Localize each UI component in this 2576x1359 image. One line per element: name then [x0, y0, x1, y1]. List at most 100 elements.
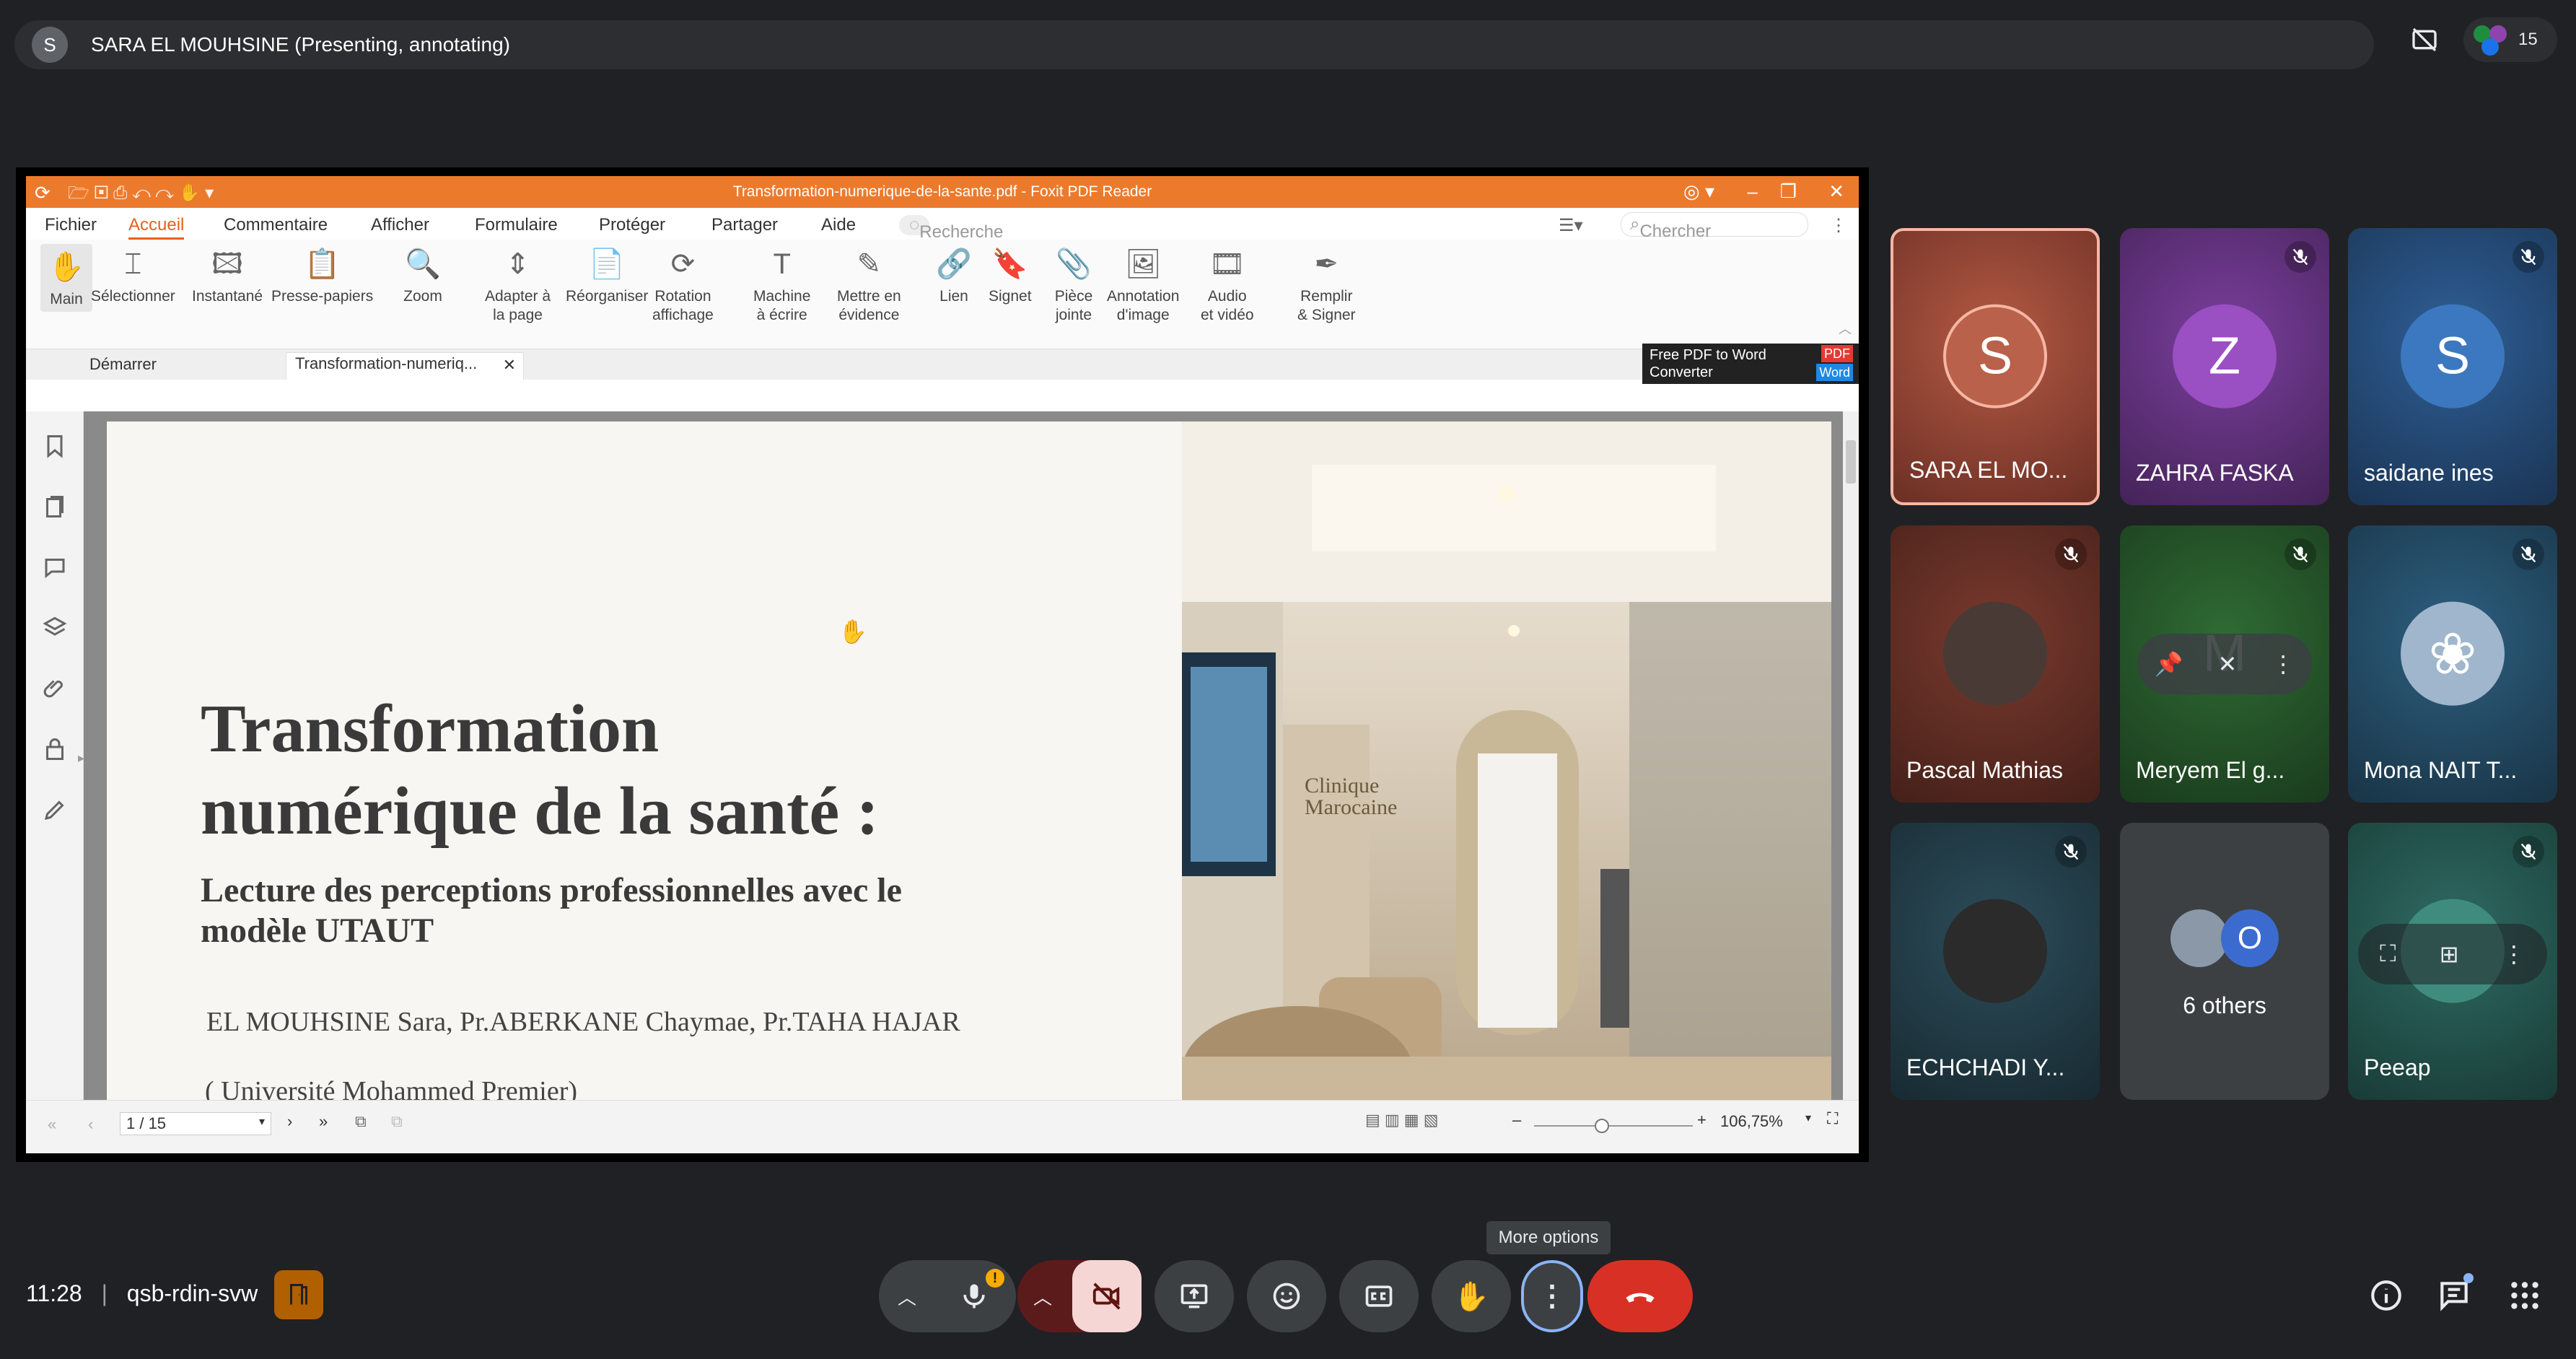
previous-view-icon[interactable]: ⧉: [355, 1112, 367, 1131]
raise-hand-button[interactable]: ✋: [1432, 1260, 1511, 1332]
ribbon-fill-sign-button[interactable]: ✒ Remplir & Signer: [1297, 244, 1356, 325]
ribbon-audio-video-button[interactable]: 🎞 Audio et vidéo: [1201, 244, 1254, 325]
menu-partager[interactable]: Partager: [711, 215, 778, 235]
captions-button[interactable]: [1339, 1260, 1419, 1332]
ribbon-hand-button[interactable]: ✋ Main: [40, 244, 92, 312]
ribbon-bookmark-tool-button[interactable]: 🔖 Signet: [989, 244, 1032, 306]
pages-icon[interactable]: [42, 494, 68, 520]
close-window-icon[interactable]: ✕: [1828, 180, 1844, 203]
restore-icon[interactable]: ❐: [1780, 180, 1797, 203]
participant-tile[interactable]: O 6 others: [2120, 823, 2329, 1100]
avatar-photo: [1943, 601, 2047, 706]
more-options-button[interactable]: ⋮: [1521, 1260, 1583, 1332]
ribbon-rotate-button[interactable]: ⟳ Rotation affichage: [652, 244, 714, 325]
activities-button[interactable]: [2507, 1277, 2543, 1314]
meeting-details-button[interactable]: [2368, 1277, 2404, 1314]
page-number-input[interactable]: 1 / 15 ▾: [120, 1112, 271, 1135]
menu-commentaire[interactable]: Commentaire: [224, 215, 328, 235]
camera-off-button[interactable]: [1072, 1260, 1142, 1332]
participant-tile[interactable]: S SARA EL MO...: [1891, 228, 2100, 505]
ribbon-zoom-button[interactable]: 🔍 Zoom: [403, 244, 443, 306]
bookmark-tool-icon: 🔖: [991, 248, 1028, 280]
zoom-slider[interactable]: [1534, 1125, 1693, 1127]
view-options-icon[interactable]: ☰▾: [1559, 215, 1583, 236]
ribbon-clipboard-button[interactable]: 📋 Presse-papiers: [271, 244, 373, 306]
comments-icon[interactable]: [42, 554, 68, 580]
participant-tile[interactable]: ❀ Mona NAIT T...: [2348, 525, 2557, 803]
fullscreen-icon[interactable]: ⛶: [1827, 1109, 1838, 1128]
zoom-in-icon[interactable]: +: [1697, 1111, 1707, 1129]
add-to-screen-icon[interactable]: ⊞: [2440, 940, 2459, 968]
ribbon-fit-page-button[interactable]: ⇕ Adapter à la page: [485, 244, 551, 325]
menu-proteger[interactable]: Protéger: [599, 215, 665, 235]
bookmark-icon[interactable]: [42, 433, 68, 459]
vertical-scrollbar[interactable]: [1843, 411, 1859, 1100]
zoom-dropdown-icon[interactable]: ▾: [1805, 1111, 1811, 1125]
chat-button[interactable]: [2436, 1273, 2474, 1314]
ribbon-attach-button[interactable]: 📎 Pièce jointe: [1053, 244, 1094, 325]
present-button[interactable]: [1155, 1260, 1234, 1332]
menu-formulaire[interactable]: Formulaire: [475, 215, 558, 235]
reactions-button[interactable]: [1247, 1260, 1326, 1332]
zoom-level[interactable]: 106,75%: [1720, 1112, 1783, 1131]
ribbon-reorganize-button[interactable]: 📄 Réorganiser: [566, 244, 648, 306]
signature-icon[interactable]: [42, 797, 68, 823]
minimize-icon[interactable]: –: [1748, 180, 1758, 203]
scroll-thumb[interactable]: [1846, 440, 1856, 484]
first-page-icon[interactable]: «: [48, 1115, 56, 1134]
ribbon-select-button[interactable]: ⌶ Sélectionner: [91, 244, 175, 306]
pin-icon[interactable]: 📌: [2155, 650, 2183, 678]
menu-search[interactable]: ◌ Recherche: [899, 215, 1003, 242]
more-vert-icon[interactable]: ⋮: [2271, 650, 2295, 678]
security-icon[interactable]: [42, 736, 68, 762]
ribbon-highlight-button[interactable]: ✎ Mettre en évidence: [837, 244, 901, 325]
leave-call-button[interactable]: [1587, 1260, 1693, 1332]
ribbon-link-button[interactable]: 🔗 Lien: [934, 244, 974, 306]
participant-tile[interactable]: ECHCHADI Y...: [1891, 823, 2100, 1100]
menu-accueil[interactable]: Accueil: [128, 215, 185, 240]
participant-tile[interactable]: M📌✕⋮Meryem El g...: [2120, 525, 2329, 803]
participant-tile[interactable]: Pascal Mathias: [1891, 525, 2100, 803]
participants-button[interactable]: 15: [2463, 17, 2557, 62]
view-mode-icons[interactable]: ▤ ▥ ▦ ▧: [1365, 1111, 1438, 1129]
mute-participant-icon[interactable]: ✕: [2218, 650, 2238, 678]
layers-icon[interactable]: [42, 615, 68, 641]
search-input[interactable]: ⌕ Chercher: [1621, 212, 1808, 241]
ribbon-label: Pièce jointe: [1054, 288, 1093, 323]
prev-page-icon[interactable]: ‹: [88, 1115, 93, 1134]
video-settings-icon[interactable]: ︿: [1033, 1283, 1052, 1310]
zoom-slider-thumb[interactable]: [1595, 1119, 1609, 1133]
slide-title-line2: numérique de la santé :: [201, 774, 879, 849]
close-tab-icon[interactable]: ✕: [503, 356, 516, 375]
page-dropdown-icon[interactable]: ▾: [259, 1114, 265, 1129]
camera-group: ︿: [1017, 1260, 1142, 1332]
more-menu-icon[interactable]: ⋮: [1830, 215, 1847, 236]
participant-tile[interactable]: Z ZAHRA FASKA: [2120, 228, 2329, 505]
account-icon[interactable]: ◎ ▾: [1683, 180, 1714, 203]
next-page-icon[interactable]: ›: [287, 1112, 292, 1131]
attachment-icon[interactable]: [42, 676, 68, 702]
more-vert-icon[interactable]: ⋮: [2502, 940, 2525, 968]
collapse-ribbon-icon[interactable]: ︿: [1839, 319, 1852, 338]
captions-off-icon[interactable]: [2406, 22, 2443, 58]
host-controls-button[interactable]: [274, 1270, 323, 1319]
next-view-icon[interactable]: ⧉: [391, 1112, 403, 1131]
menu-afficher[interactable]: Afficher: [371, 215, 429, 235]
microphone-icon[interactable]: [958, 1280, 990, 1312]
participant-tile[interactable]: ⛶ ⊞ ⋮ Peeap: [2348, 823, 2557, 1100]
audio-video-icon: 🎞: [1209, 248, 1246, 280]
participant-tile[interactable]: Ssaidane ines: [2348, 228, 2557, 505]
menu-aide[interactable]: Aide: [821, 215, 856, 235]
ribbon-image-annotation-button[interactable]: 🖼 Annotation d'image: [1107, 244, 1179, 325]
avatar: S: [1943, 304, 2047, 408]
menu-fichier[interactable]: Fichier: [45, 215, 97, 235]
last-page-icon[interactable]: »: [319, 1112, 328, 1131]
tab-document[interactable]: Transformation-numeriq... ✕: [286, 352, 524, 380]
ad-banner[interactable]: Free PDF to Word Converter PDF Word: [1642, 344, 1859, 384]
ribbon-typewriter-button[interactable]: T Machine à écrire: [753, 244, 810, 325]
frame-icon[interactable]: ⛶: [2380, 940, 2396, 968]
tab-demarrer[interactable]: Démarrer: [89, 355, 157, 374]
zoom-out-icon[interactable]: –: [1512, 1111, 1521, 1129]
audio-settings-icon[interactable]: ︿: [898, 1283, 916, 1310]
ribbon-snapshot-button[interactable]: 🖾 Instantané: [192, 244, 263, 306]
